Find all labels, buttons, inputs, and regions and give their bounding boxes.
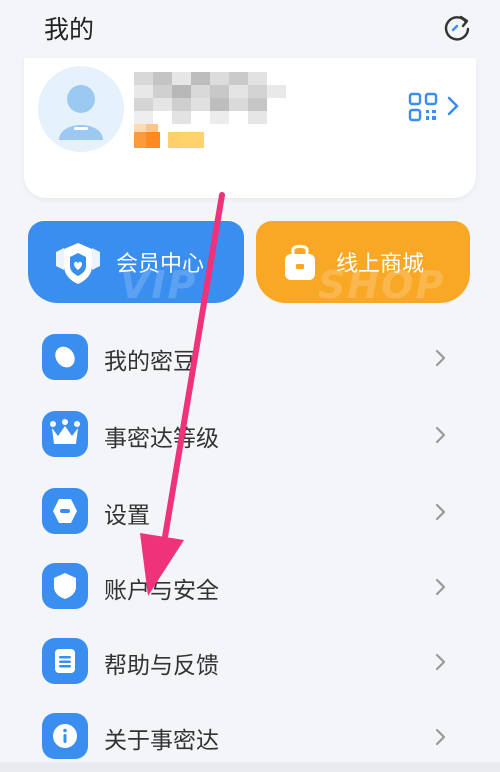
chevron-right-icon	[435, 426, 446, 444]
chevron-right-icon	[435, 653, 446, 671]
menu-item-about[interactable]: 关于事密达	[0, 707, 500, 767]
bean-icon	[42, 334, 88, 380]
menu-item-label: 关于事密达	[104, 728, 219, 754]
shopping-bag-icon	[285, 244, 315, 280]
chevron-right-icon	[435, 728, 446, 746]
online-mall-button[interactable]: SHOP 线上商城	[256, 221, 470, 303]
bottom-strip	[0, 762, 500, 772]
vip-center-button[interactable]: VIP 会员中心	[28, 221, 244, 303]
menu-item-account-security[interactable]: 账户与安全	[0, 557, 500, 617]
shield-icon	[42, 563, 88, 609]
profile-card[interactable]	[24, 58, 476, 198]
crown-icon	[42, 411, 88, 457]
blurred-badge	[134, 124, 204, 148]
chevron-right-icon	[435, 578, 446, 596]
header: 我的	[0, 0, 500, 60]
vip-center-label: 会员中心	[116, 252, 205, 277]
menu-item-label: 我的密豆	[104, 349, 196, 375]
page-title: 我的	[44, 15, 95, 44]
vip-shield-icon	[56, 243, 100, 284]
refresh-icon[interactable]	[442, 13, 472, 43]
settings-icon	[42, 488, 88, 534]
menu-item-help-feedback[interactable]: 帮助与反馈	[0, 632, 500, 692]
document-icon	[42, 638, 88, 684]
menu-item-level[interactable]: 事密达等级	[0, 405, 500, 465]
menu-item-label: 账户与安全	[104, 578, 219, 604]
blurred-username	[134, 72, 286, 124]
menu-item-my-beans[interactable]: 我的密豆	[0, 328, 500, 388]
info-icon	[42, 713, 88, 759]
online-mall-label: 线上商城	[336, 252, 425, 277]
menu-item-label: 事密达等级	[104, 426, 219, 452]
avatar-person-icon	[59, 85, 103, 140]
chevron-right-icon[interactable]	[446, 94, 460, 118]
menu-item-label: 帮助与反馈	[104, 653, 219, 679]
chevron-right-icon	[435, 503, 446, 521]
avatar[interactable]	[38, 66, 124, 152]
menu-item-label: 设置	[104, 503, 150, 529]
menu-item-settings[interactable]: 设置	[0, 482, 500, 542]
chevron-right-icon	[435, 349, 446, 367]
qr-code-icon[interactable]	[408, 92, 438, 122]
